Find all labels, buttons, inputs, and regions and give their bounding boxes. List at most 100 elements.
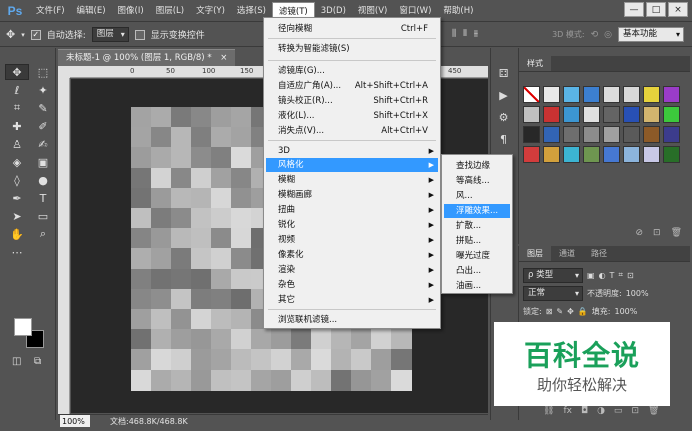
- document-info[interactable]: 文档:468.8K/468.8K: [110, 415, 188, 428]
- style-swatch[interactable]: [623, 146, 640, 163]
- style-swatch[interactable]: [523, 86, 540, 103]
- stylize-submenu-item[interactable]: 拼贴...: [444, 234, 510, 248]
- filter-menu-item[interactable]: 渲染 ▶: [266, 263, 438, 277]
- style-swatch[interactable]: [663, 126, 680, 143]
- maximize-button[interactable]: □: [646, 2, 666, 17]
- style-swatch[interactable]: [663, 106, 680, 123]
- filter-menu-item[interactable]: 浏览联机滤镜...: [266, 313, 438, 327]
- style-swatch[interactable]: [543, 126, 560, 143]
- filter-menu-item[interactable]: 锐化 ▶: [266, 218, 438, 232]
- tab-styles[interactable]: 样式: [519, 56, 551, 71]
- style-swatch[interactable]: [603, 106, 620, 123]
- adjust-panel-icon[interactable]: ⚙: [491, 106, 516, 128]
- style-swatch[interactable]: [543, 86, 560, 103]
- fill-value[interactable]: 100%: [614, 307, 637, 316]
- document-tab[interactable]: 未标题-1 @ 100% (图层 1, RGB/8) * ×: [58, 49, 236, 66]
- crop-tool-icon[interactable]: ⌗: [5, 100, 29, 116]
- move-tool-icon[interactable]: ✥: [5, 64, 29, 80]
- new-group-icon[interactable]: ▭: [614, 406, 623, 416]
- tab-channels[interactable]: 通道: [551, 246, 583, 261]
- menu-image[interactable]: 图像(I): [112, 2, 150, 20]
- magic-wand-tool-icon[interactable]: ✦: [31, 82, 55, 98]
- new-style-icon[interactable]: ⊡: [653, 228, 661, 238]
- tab-paths[interactable]: 路径: [583, 246, 615, 261]
- style-swatch[interactable]: [603, 146, 620, 163]
- filter-menu-item[interactable]: 3D ▶: [266, 144, 438, 158]
- stylize-submenu-item[interactable]: 凸出...: [444, 264, 510, 278]
- actions-panel-icon[interactable]: ▶: [491, 84, 516, 106]
- filter-menu-item[interactable]: 液化(L)... Shift+Ctrl+X: [266, 109, 438, 123]
- link-layers-icon[interactable]: ⛓: [543, 406, 554, 416]
- dodge-tool-icon[interactable]: ●: [31, 172, 55, 188]
- style-swatch[interactable]: [643, 106, 660, 123]
- no-style-icon[interactable]: ⊘: [635, 228, 643, 238]
- style-swatch[interactable]: [603, 86, 620, 103]
- filter-smart-icon[interactable]: ⊡: [627, 271, 634, 280]
- distribute-v-icon[interactable]: ⫵: [474, 29, 478, 39]
- stylize-submenu-item[interactable]: 等高线...: [444, 174, 510, 188]
- more-tools-icon[interactable]: ⋯: [5, 244, 29, 260]
- filter-adjust-icon[interactable]: ◐: [599, 271, 606, 280]
- filter-type-icon[interactable]: T: [610, 271, 615, 280]
- style-swatch[interactable]: [563, 126, 580, 143]
- paragraph-panel-icon[interactable]: ¶: [491, 128, 516, 150]
- marquee-tool-icon[interactable]: ⬚: [31, 64, 55, 80]
- lock-all-icon[interactable]: 🔒: [578, 307, 588, 316]
- style-swatch[interactable]: [523, 106, 540, 123]
- style-swatch[interactable]: [563, 86, 580, 103]
- menu-edit[interactable]: 编辑(E): [71, 2, 112, 20]
- style-swatch[interactable]: [623, 106, 640, 123]
- distribute-icon[interactable]: ⫼: [452, 29, 456, 39]
- lock-transparent-icon[interactable]: ⊠: [546, 307, 553, 316]
- style-swatch[interactable]: [523, 146, 540, 163]
- rotate-3d-icon[interactable]: ⟲: [591, 30, 599, 40]
- filter-menu-item[interactable]: 模糊 ▶: [266, 173, 438, 187]
- stylize-submenu-item[interactable]: 扩散...: [444, 219, 510, 233]
- zoom-field[interactable]: 100%: [60, 415, 90, 427]
- stylize-submenu-item[interactable]: 风...: [444, 189, 510, 203]
- filter-menu-item[interactable]: 像素化 ▶: [266, 248, 438, 262]
- history-brush-icon[interactable]: ✍: [31, 136, 55, 152]
- stylize-submenu-item[interactable]: 油画...: [444, 279, 510, 293]
- history-panel-icon[interactable]: ⚃: [491, 62, 516, 84]
- style-swatch[interactable]: [643, 86, 660, 103]
- zoom-tool-icon[interactable]: ⌕: [31, 226, 55, 242]
- hand-tool-icon[interactable]: ✋: [5, 226, 29, 242]
- style-swatch[interactable]: [523, 126, 540, 143]
- menu-layer[interactable]: 图层(L): [150, 2, 190, 20]
- document-close-icon[interactable]: ×: [220, 53, 227, 63]
- menu-type[interactable]: 文字(Y): [190, 2, 231, 20]
- style-swatch[interactable]: [563, 146, 580, 163]
- style-swatch[interactable]: [583, 146, 600, 163]
- opacity-value[interactable]: 100%: [626, 289, 649, 298]
- filter-menu-item[interactable]: 转换为智能滤镜(S): [266, 42, 438, 56]
- clone-stamp-icon[interactable]: ♙: [5, 136, 29, 152]
- lock-position-icon[interactable]: ✥: [567, 307, 574, 316]
- distribute-h-icon[interactable]: ⫴: [463, 29, 467, 39]
- style-swatch[interactable]: [663, 146, 680, 163]
- filter-menu-item[interactable]: 模糊画廊 ▶: [266, 188, 438, 202]
- delete-layer-icon[interactable]: 🗑: [648, 406, 659, 416]
- style-swatch[interactable]: [663, 86, 680, 103]
- auto-select-dropdown[interactable]: 图层: [91, 27, 129, 42]
- new-layer-icon[interactable]: ⊡: [631, 406, 639, 416]
- lock-pixels-icon[interactable]: ✎: [556, 307, 563, 316]
- screen-mode-icon[interactable]: ⧉: [34, 356, 41, 367]
- style-swatch[interactable]: [543, 146, 560, 163]
- filter-menu-item[interactable]: 其它 ▶: [266, 293, 438, 307]
- tab-layers[interactable]: 图层: [519, 246, 551, 261]
- workspace-dropdown[interactable]: 基本功能: [618, 27, 684, 42]
- move-tool-icon[interactable]: ✥: [6, 28, 15, 41]
- style-swatch[interactable]: [583, 106, 600, 123]
- menu-help[interactable]: 帮助(H): [437, 2, 479, 20]
- close-button[interactable]: ×: [668, 2, 688, 17]
- style-swatch[interactable]: [563, 106, 580, 123]
- filter-menu-item[interactable]: 视频 ▶: [266, 233, 438, 247]
- add-mask-icon[interactable]: ◘: [581, 406, 588, 416]
- filter-menu-item[interactable]: 消失点(V)... Alt+Ctrl+V: [266, 124, 438, 138]
- delete-style-icon[interactable]: 🗑: [671, 228, 682, 238]
- filter-menu-item[interactable]: 滤镜库(G)...: [266, 64, 438, 78]
- style-swatch[interactable]: [643, 146, 660, 163]
- filter-menu-item[interactable]: 镜头校正(R)... Shift+Ctrl+R: [266, 94, 438, 108]
- blend-mode-dropdown[interactable]: 正常: [523, 285, 583, 301]
